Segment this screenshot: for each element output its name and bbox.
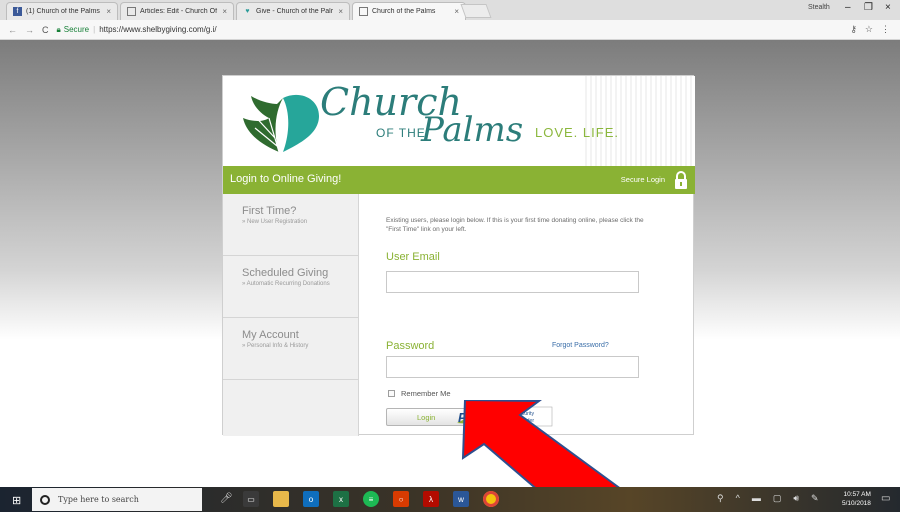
battery-icon[interactable]: ▬ [752,493,761,504]
chrome-icon[interactable] [483,491,499,507]
forward-icon[interactable]: → [25,25,34,35]
address-bar: ← → C 🔒︎ Secure | https://www.shelbygivi… [0,20,900,40]
browser-tab-bar: f (1) Church of the Palms × Articles: Ed… [0,0,900,20]
padlock-icon [675,171,687,189]
reload-icon[interactable]: C [42,25,49,35]
new-tab-button[interactable] [460,4,492,18]
url-field[interactable]: 🔒︎ Secure | https://www.shelbygiving.com… [57,25,217,35]
sidebar-item-title: Scheduled Giving [242,267,329,279]
sidebar-item-scheduled-giving[interactable]: Scheduled Giving » Automatic Recurring D… [223,256,358,318]
church-logo: Church OF THE Palms LOVE. LIFE. [223,76,695,166]
acrobat-icon[interactable]: λ [423,491,439,507]
close-icon[interactable]: × [338,7,343,16]
logo-palms-text: Palms [421,110,524,150]
page-background: Church OF THE Palms LOVE. LIFE. Login to… [0,40,900,512]
page-icon [127,7,136,16]
chevron-up-icon[interactable]: ^ [736,493,740,504]
login-header-bar: Login to Online Giving! Secure Login [223,166,695,194]
close-window-icon[interactable]: × [885,2,891,13]
url-text: https://www.shelbygiving.com/g.i/ [99,25,217,34]
excel-icon[interactable]: x [333,491,349,507]
login-button-label: Login [417,413,436,422]
remember-me-label[interactable]: Remember Me [401,389,451,398]
email-label: User Email [386,251,440,263]
close-icon[interactable]: × [106,7,111,16]
secure-label: Secure [63,25,90,34]
heart-icon: ♥ [245,8,250,15]
close-icon[interactable]: × [454,7,459,16]
sidebar-item-first-time[interactable]: First Time? » New User Registration [223,194,358,256]
password-label: Password [386,340,435,352]
browser-tab-3[interactable]: ♥ Give - Church of the Palr × [236,2,350,20]
spotify-icon[interactable]: ≡ [363,491,379,507]
forgot-password-link[interactable]: Forgot Password? [552,342,609,349]
logo-of-the-text: OF THE [376,126,426,140]
url-divider: | [93,25,96,34]
star-icon[interactable]: ☆ [865,24,873,35]
sidebar-item-subtitle: » Automatic Recurring Donations [242,281,330,287]
app-icon[interactable]: ○ [393,491,409,507]
outlook-icon[interactable]: o [303,491,319,507]
minimize-icon[interactable]: – [845,2,851,13]
search-placeholder: Type here to search [58,495,139,504]
back-icon[interactable]: ← [8,25,17,35]
profile-name[interactable]: Stealth [808,4,830,11]
taskbar-clock[interactable]: 10:57 AM 5/10/2018 [842,490,871,508]
sidebar-item-my-account[interactable]: My Account » Personal Info & History [223,318,358,380]
volume-icon[interactable]: 🔊︎ [793,493,799,504]
palm-leaf-icon [243,94,319,153]
tab-title: Articles: Edit - Church Of [140,8,218,15]
taskbar-apps: ▭ o x ≡ ○ λ w [243,491,499,507]
page-icon [359,7,368,16]
email-field[interactable] [386,271,639,293]
taskbar-search-box[interactable]: Type here to search [32,488,202,511]
people-icon[interactable]: ⚲ [717,493,724,504]
notification-icon[interactable]: ▭ [881,493,890,504]
windows-start-icon[interactable]: ⊞ [12,494,21,507]
lock-icon: 🔒︎ [56,24,61,34]
login-instructions: Existing users, please login below. If t… [386,217,644,233]
address-bar-actions: ⚷ ☆ ⋮ [850,24,890,35]
word-icon[interactable]: w [453,491,469,507]
logo-tagline: LOVE. LIFE. [535,125,619,140]
browser-tab-4[interactable]: Church of the Palms × [352,2,466,20]
remember-me-checkbox[interactable] [388,390,395,397]
windows-taskbar: ⊞ Type here to search 🎤︎ ▭ o x ≡ ○ λ w ⚲… [0,487,900,512]
maximize-icon[interactable]: ❐ [864,2,873,13]
sidebar-item-title: First Time? [242,205,297,217]
cortana-icon [40,494,50,505]
file-explorer-icon[interactable] [273,491,289,507]
page-title: Login to Online Giving! [230,173,342,185]
clock-time: 10:57 AM [843,491,871,498]
key-icon[interactable]: ⚷ [850,24,857,35]
menu-icon[interactable]: ⋮ [881,24,890,35]
browser-tab-2[interactable]: Articles: Edit - Church Of × [120,2,234,20]
microphone-icon[interactable]: 🎤︎ [220,493,233,504]
sidebar-item-title: My Account [242,329,299,341]
sidebar-item-subtitle: » Personal Info & History [242,343,309,349]
system-tray: ⚲ ^ ▬ ▢ 🔊︎ ✎ [717,493,819,504]
password-field[interactable] [386,356,639,378]
close-icon[interactable]: × [222,7,227,16]
giving-sidebar: First Time? » New User Registration Sche… [223,194,359,436]
clock-date: 5/10/2018 [842,500,871,507]
login-card: Church OF THE Palms LOVE. LIFE. Login to… [222,75,695,436]
tab-title: Give - Church of the Palr [256,8,334,15]
sidebar-item-subtitle: » New User Registration [242,219,308,225]
logo-decoration [585,76,695,166]
network-icon[interactable]: ▢ [773,493,782,504]
secure-login-label: Secure Login [620,175,665,184]
task-view-icon[interactable]: ▭ [243,491,259,507]
pen-icon[interactable]: ✎ [811,493,819,504]
tab-title: (1) Church of the Palms [26,8,100,15]
tab-title: Church of the Palms [372,8,436,15]
facebook-icon: f [13,7,22,16]
browser-tab-1[interactable]: f (1) Church of the Palms × [6,2,118,20]
